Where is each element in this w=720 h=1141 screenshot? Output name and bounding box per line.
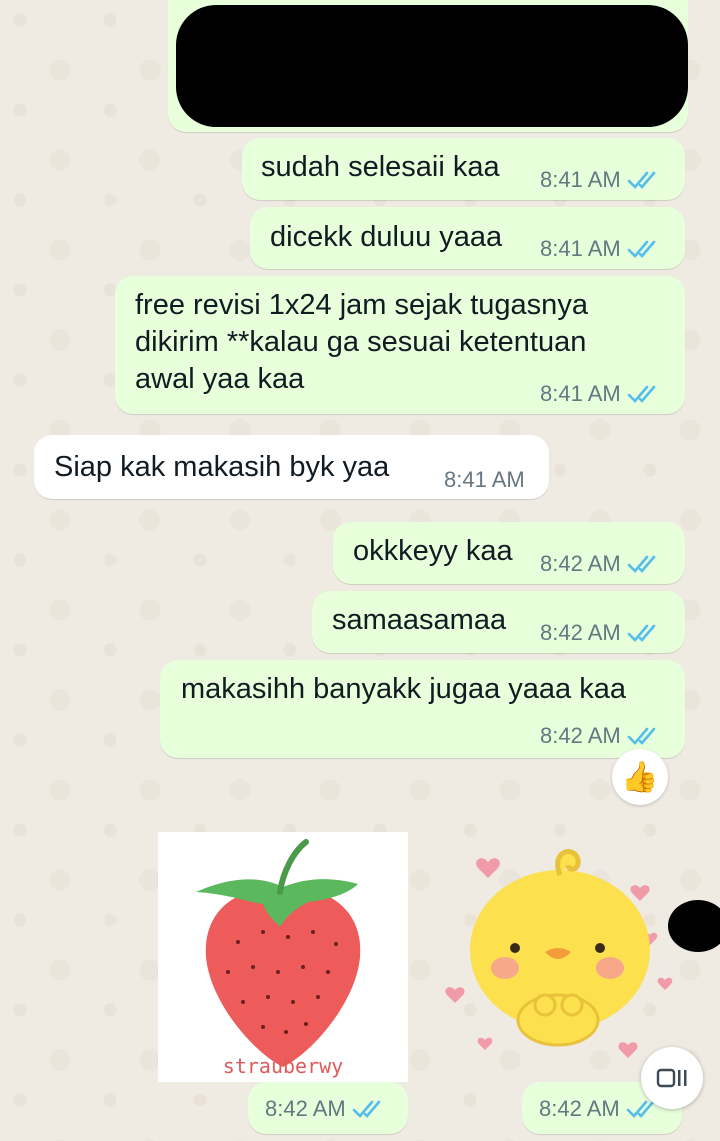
read-ticks-icon xyxy=(627,726,661,746)
message-bubble[interactable]: samaasamaa 8:42 AM xyxy=(312,591,685,653)
message-meta: 8:42 AM xyxy=(539,1096,660,1122)
message-meta: 8:42 AM xyxy=(540,551,661,577)
read-ticks-icon xyxy=(627,554,661,574)
thumbs-up-icon[interactable]: 👍 xyxy=(612,749,668,805)
message-time: 8:41 AM xyxy=(540,236,621,261)
message-bubble[interactable]: makasihh banyakk jugaa yaaa kaa 8:42 AM xyxy=(160,660,685,758)
message-time: 8:42 AM xyxy=(540,723,621,748)
message-bubble[interactable]: okkkeyy kaa 8:42 AM xyxy=(333,522,685,584)
strawberry-sticker[interactable]: strauberwy xyxy=(158,832,408,1082)
message-meta: 8:41 AM xyxy=(540,167,661,193)
message-time: 8:42 AM xyxy=(539,1096,620,1121)
sticker-caption: strauberwy xyxy=(222,1054,344,1078)
message-text: makasihh banyakk jugaa yaaa kaa xyxy=(181,673,626,705)
message-bubble-incoming[interactable]: Siap kak makasih byk yaa 8:41 AM xyxy=(34,435,549,499)
read-ticks-icon xyxy=(627,384,661,404)
duck-icon xyxy=(445,849,673,1058)
message-time: 8:42 AM xyxy=(540,620,621,645)
message-text: okkkeyy kaa xyxy=(353,535,513,567)
message-meta: 8:41 AM xyxy=(444,467,525,493)
message-bubble[interactable]: dicekk duluu yaaa 8:41 AM xyxy=(250,207,685,269)
message-time: 8:42 AM xyxy=(540,551,621,576)
message-meta: 8:42 AM xyxy=(540,620,661,646)
read-ticks-icon xyxy=(352,1099,386,1119)
message-text: free revisi 1x24 jam sejak tugasnya diki… xyxy=(135,289,588,395)
read-ticks-icon xyxy=(627,239,661,259)
message-text: Siap kak makasih byk yaa xyxy=(54,451,390,483)
read-ticks-icon xyxy=(627,170,661,190)
sticker-meta-bubble: 8:42 AM xyxy=(248,1082,408,1134)
read-ticks-icon xyxy=(627,623,661,643)
message-meta: 8:42 AM xyxy=(540,723,661,749)
message-text: sudah selesaii kaa xyxy=(261,151,500,183)
message-text: dicekk duluu yaaa xyxy=(270,221,503,253)
message-time: 8:42 AM xyxy=(265,1096,346,1121)
message-meta: 8:41 AM xyxy=(540,381,661,407)
message-bubble[interactable]: free revisi 1x24 jam sejak tugasnya diki… xyxy=(115,276,685,414)
redaction-block xyxy=(176,5,688,127)
message-text: samaasamaa xyxy=(332,604,507,636)
duck-sticker[interactable] xyxy=(440,840,680,1070)
message-time: 8:41 AM xyxy=(444,467,525,492)
message-bubble[interactable]: sudah selesaii kaa 8:41 AM xyxy=(242,138,685,200)
message-meta: 8:41 AM xyxy=(540,236,661,262)
redaction-dot xyxy=(668,900,720,952)
view-once-icon[interactable] xyxy=(641,1047,703,1109)
message-meta: 8:42 AM xyxy=(265,1096,386,1122)
strawberry-icon xyxy=(196,839,361,1067)
message-time: 8:41 AM xyxy=(540,167,621,192)
message-time: 8:41 AM xyxy=(540,381,621,406)
